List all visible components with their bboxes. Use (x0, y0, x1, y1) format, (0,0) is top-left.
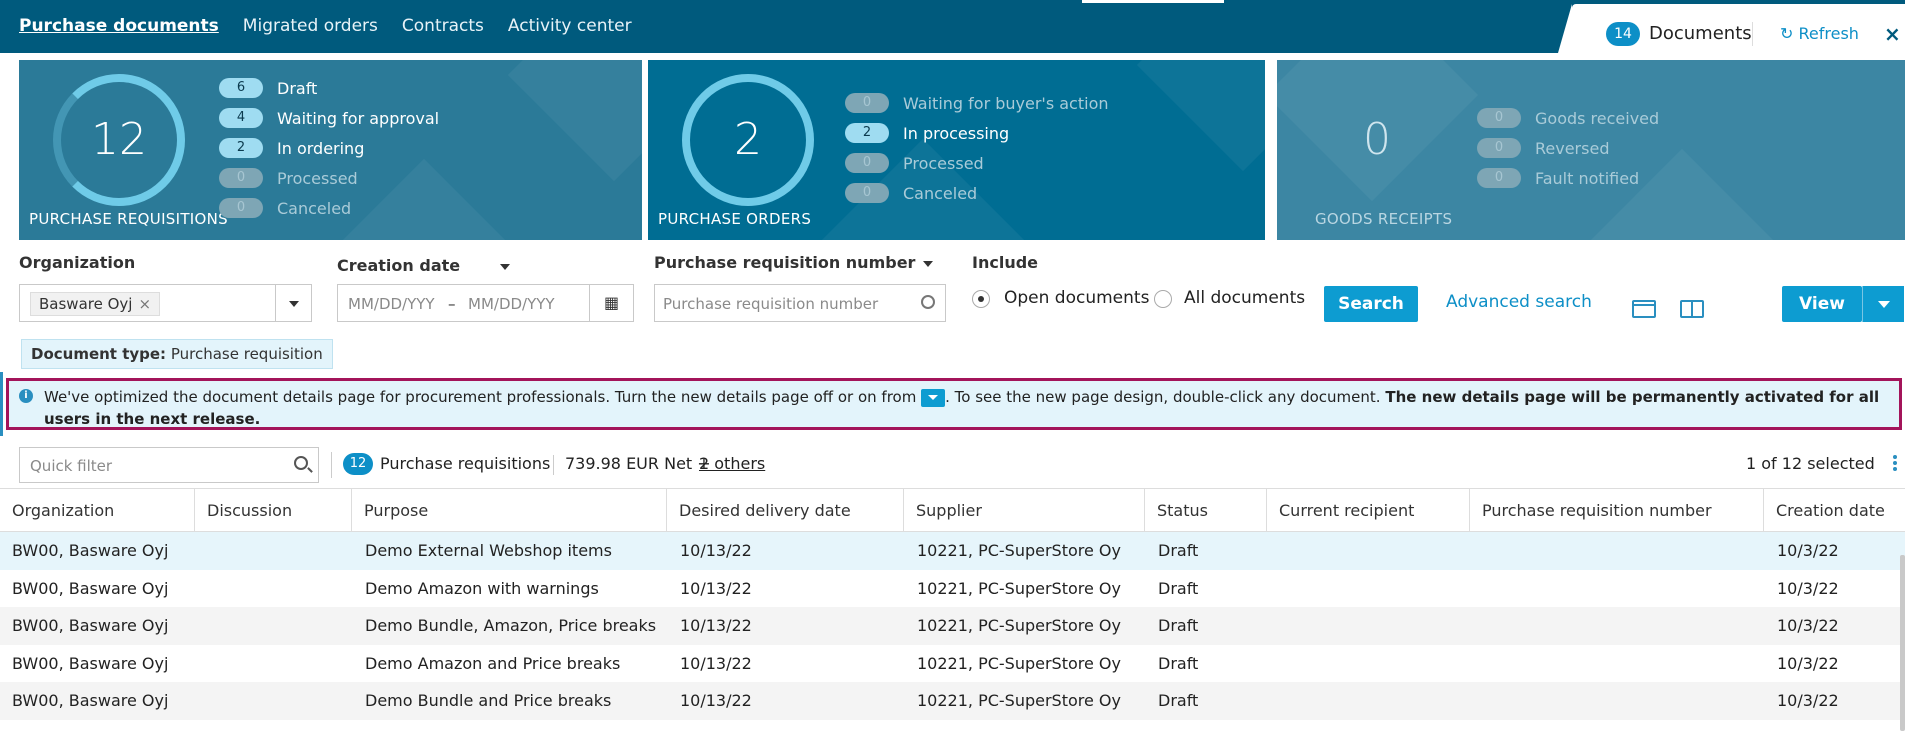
column-discussion[interactable]: Discussion (195, 489, 352, 533)
status-goods-received: 0 Goods received (1477, 103, 1659, 133)
requisitions-status-list: 6 Draft 4 Waiting for approval 2 In orderin… (219, 73, 439, 223)
tab-migrated-orders[interactable]: Migrated orders (243, 16, 378, 36)
search-icon (921, 295, 935, 309)
status-draft[interactable]: 6 Draft (219, 73, 439, 103)
more-options-icon[interactable] (1893, 455, 1897, 471)
result-count-label: Purchase requisitions (380, 454, 551, 473)
details-toggle-dropdown-icon[interactable] (921, 388, 946, 407)
column-status[interactable]: Status (1145, 489, 1267, 533)
status-canceled: 0 Canceled (219, 193, 439, 223)
banner-text: We've optimized the document details pag… (44, 388, 1880, 428)
nav-tabs: Purchase documents Migrated orders Contr… (19, 16, 632, 36)
column-organization[interactable]: Organization (0, 489, 195, 533)
others-link[interactable]: 2 others (699, 454, 765, 473)
table-row[interactable]: BW00, Basware Oyj Demo Bundle, Amazon, P… (0, 607, 1905, 645)
view-dropdown-button[interactable] (1862, 286, 1904, 322)
creation-date-range[interactable]: MM/DD/YYY – MM/DD/YYY ▦ (337, 284, 634, 322)
refresh-button[interactable]: ↻ Refresh (1780, 24, 1859, 43)
receipts-status-list: 0 Goods received 0 Reversed 0 Fault notifie… (1477, 103, 1659, 193)
status-in-processing[interactable]: 2 In processing (845, 118, 1109, 148)
chevron-down-icon (923, 260, 934, 267)
summary-cards: 12 PURCHASE REQUISITIONS 6 Draft 4 Waiting… (19, 60, 1905, 240)
status-waiting-approval[interactable]: 4 Waiting for approval (219, 103, 439, 133)
status-processed: 0 Processed (219, 163, 439, 193)
documents-label: Documents (1649, 23, 1752, 44)
chip-remove-icon[interactable]: × (138, 295, 151, 313)
tab-purchase-documents[interactable]: Purchase documents (19, 16, 219, 36)
column-creation-date[interactable]: Creation date (1764, 489, 1905, 533)
status-in-ordering[interactable]: 2 In ordering (219, 133, 439, 163)
status-fault-notified: 0 Fault notified (1477, 163, 1659, 193)
status-processed: 0 Processed (845, 148, 1109, 178)
advanced-search-link[interactable]: Advanced search (1446, 292, 1592, 312)
tab-contracts[interactable]: Contracts (402, 16, 484, 36)
search-button[interactable]: Search (1324, 286, 1418, 322)
date-to-input[interactable]: MM/DD/YYY (468, 295, 555, 313)
single-pane-view-icon[interactable] (1632, 300, 1656, 318)
status-canceled: 0 Canceled (845, 178, 1109, 208)
requisitions-title: PURCHASE REQUISITIONS (29, 210, 228, 228)
column-purpose[interactable]: Purpose (352, 489, 667, 533)
document-type-chip[interactable]: Document type: Purchase requisition (21, 339, 333, 369)
organization-chip: Basware Oyj × (30, 292, 161, 316)
receipts-title: GOODS RECEIPTS (1315, 210, 1453, 228)
quick-filter-input[interactable]: Quick filter (19, 447, 319, 483)
organization-select[interactable]: Basware Oyj × (19, 284, 312, 322)
purchase-orders-card[interactable]: 2 PURCHASE ORDERS 0 Waiting for buyer's a… (648, 60, 1265, 240)
selection-count: 1 of 12 selected (1746, 454, 1875, 473)
info-icon: i (19, 389, 33, 403)
top-navigation: Purchase documents Migrated orders Contr… (0, 0, 1905, 53)
table-header: Organization Discussion Purpose Desired … (0, 488, 1905, 533)
documents-count-badge: 14 (1606, 22, 1640, 46)
all-documents-radio[interactable] (1154, 290, 1172, 308)
table-row[interactable]: BW00, Basware Oyj Demo Bundle and Price … (0, 682, 1905, 720)
date-separator: – (448, 295, 456, 313)
close-icon[interactable]: × (1884, 22, 1901, 46)
date-from-input[interactable]: MM/DD/YYY (348, 295, 435, 313)
status-reversed: 0 Reversed (1477, 133, 1659, 163)
column-desired-delivery-date[interactable]: Desired delivery date (667, 489, 904, 533)
orders-total: 2 (734, 114, 762, 165)
amount-summary: 739.98 EUR Net + (565, 454, 711, 473)
table-row[interactable]: BW00, Basware Oyj Demo External Webshop … (0, 532, 1905, 570)
purchase-requisitions-card[interactable]: 12 PURCHASE REQUISITIONS 6 Draft 4 Waiting… (19, 60, 642, 240)
include-label: Include (972, 253, 1039, 272)
organization-dropdown-button[interactable] (275, 285, 311, 321)
view-button[interactable]: View (1782, 286, 1862, 322)
result-count-badge: 12 (343, 453, 373, 475)
refresh-icon: ↻ (1780, 24, 1794, 43)
organization-label: Organization (19, 253, 136, 272)
status-waiting-buyer: 0 Waiting for buyer's action (845, 88, 1109, 118)
goods-receipts-card[interactable]: 0 GOODS RECEIPTS 0 Goods received 0 Revers… (1277, 60, 1905, 240)
orders-title: PURCHASE ORDERS (658, 210, 812, 228)
table-row[interactable]: BW00, Basware Oyj Demo Amazon and Price … (0, 645, 1905, 683)
table-row[interactable]: BW00, Basware Oyj Demo Amazon with warni… (0, 570, 1905, 608)
requisitions-total: 12 (91, 114, 147, 165)
orders-status-list: 0 Waiting for buyer's action 2 In processi… (845, 88, 1109, 208)
nav-accent-bar (1082, 0, 1224, 3)
open-documents-radio[interactable] (972, 290, 990, 308)
info-banner: i We've optimized the document details p… (6, 378, 1902, 430)
chevron-down-icon (500, 263, 511, 270)
split-pane-view-icon[interactable] (1680, 300, 1704, 318)
all-documents-label[interactable]: All documents (1184, 288, 1305, 308)
documents-panel: 14 Documents ↻ Refresh × (1558, 4, 1905, 53)
column-supplier[interactable]: Supplier (904, 489, 1145, 533)
creation-date-label[interactable]: Creation date (337, 256, 511, 275)
prn-label[interactable]: Purchase requisition number (654, 253, 934, 272)
tab-activity-center[interactable]: Activity center (508, 16, 632, 36)
open-documents-label[interactable]: Open documents (1004, 288, 1149, 308)
column-prn[interactable]: Purchase requisition number (1470, 489, 1764, 533)
calendar-icon[interactable]: ▦ (589, 285, 633, 321)
search-icon (294, 456, 308, 470)
column-current-recipient[interactable]: Current recipient (1267, 489, 1470, 533)
prn-input[interactable]: Purchase requisition number (654, 284, 946, 322)
table-scrollbar[interactable] (1900, 555, 1905, 731)
receipts-total: 0 (1363, 114, 1391, 165)
